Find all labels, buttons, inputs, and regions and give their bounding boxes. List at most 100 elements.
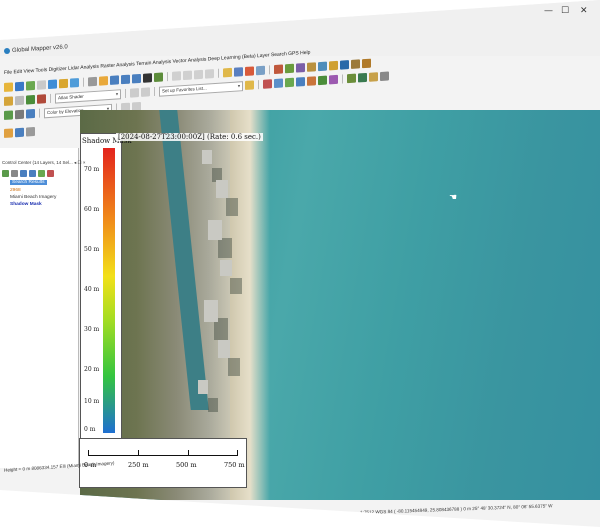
toolbar-separator <box>39 108 40 118</box>
hide-layer-icon[interactable] <box>11 170 18 177</box>
lidar-icon[interactable] <box>362 58 371 69</box>
classify-icon[interactable] <box>329 74 338 85</box>
open-icon[interactable] <box>4 82 13 92</box>
sun-icon[interactable] <box>329 60 338 71</box>
layer-options-icon[interactable] <box>29 170 36 177</box>
delete-icon[interactable] <box>194 69 203 80</box>
measure-icon[interactable] <box>183 70 192 81</box>
tools-icon[interactable] <box>351 59 360 69</box>
zoom-out-icon[interactable] <box>121 74 130 85</box>
building <box>216 180 228 198</box>
close-button[interactable]: ✕ <box>580 6 588 16</box>
terrain-icon[interactable] <box>274 64 283 75</box>
building <box>208 220 222 240</box>
menu-vector-analysis[interactable]: Vector Analysis <box>173 57 207 65</box>
legend-tick: 30 m <box>84 326 100 333</box>
building <box>218 340 230 358</box>
menu-edit[interactable]: Edit <box>13 69 22 76</box>
layers-icon[interactable] <box>26 80 35 91</box>
vegetation-icon[interactable] <box>318 75 327 86</box>
workspace-icon[interactable] <box>59 78 68 89</box>
menu-lidar-analysis[interactable]: Lidar Analysis <box>68 64 99 72</box>
zoom-in-icon[interactable] <box>110 75 119 85</box>
overview-icon[interactable] <box>70 78 79 88</box>
power-line-icon[interactable] <box>369 72 378 82</box>
grid-icon[interactable] <box>296 77 305 87</box>
save-icon[interactable] <box>15 81 24 92</box>
legend-tick: 10 m <box>84 398 100 405</box>
layer-item-search-results[interactable]: Search Results <box>10 180 47 185</box>
zoom-layer-icon[interactable] <box>20 170 27 177</box>
select-icon[interactable] <box>274 78 283 89</box>
add-layer-icon[interactable] <box>38 170 45 177</box>
draw-line-icon[interactable] <box>37 94 46 104</box>
3d-view-icon[interactable] <box>256 65 265 76</box>
info-icon[interactable] <box>234 67 243 77</box>
favorite-icon[interactable] <box>223 67 232 78</box>
mountain-icon[interactable] <box>347 73 356 84</box>
pointer-icon[interactable] <box>88 76 97 87</box>
status-coordinates: 1:7512 WGS 84 ( -80.115454849, 25.808436… <box>360 502 600 522</box>
home-icon[interactable] <box>154 72 163 83</box>
forest-icon[interactable] <box>358 72 367 83</box>
remove-layer-icon[interactable] <box>47 170 54 177</box>
menu-file[interactable]: File <box>4 69 12 76</box>
edit-icon[interactable] <box>172 71 181 81</box>
view-shed-icon[interactable] <box>318 61 327 72</box>
watershed-icon[interactable] <box>296 63 305 73</box>
building <box>198 380 208 394</box>
area-icon[interactable] <box>285 77 294 88</box>
layer-item-2968[interactable]: 2968 <box>10 188 21 193</box>
legend-tick: 40 m <box>84 286 100 293</box>
star-icon[interactable] <box>245 80 254 90</box>
legend-tick: 0 m <box>84 426 96 433</box>
shader-select-value: Atlas Shader <box>58 93 84 100</box>
layer-item-shadow-mask[interactable]: Shadow Mask <box>10 202 42 207</box>
menu-raster-analysis[interactable]: Raster Analysis <box>100 61 134 69</box>
title-bar <box>0 0 600 56</box>
menu-digitizer[interactable]: Digitizer <box>49 66 67 73</box>
cross-section-icon[interactable] <box>26 108 35 119</box>
minimize-button[interactable]: — <box>544 6 553 16</box>
config-icon[interactable] <box>48 79 57 90</box>
legend-tick: 20 m <box>84 366 100 373</box>
building <box>220 260 232 276</box>
menu-terrain-analysis[interactable]: Terrain Analysis <box>136 59 171 67</box>
magic-wand-icon[interactable] <box>4 128 13 138</box>
feature-icon[interactable] <box>263 79 272 89</box>
print-icon[interactable] <box>37 80 46 90</box>
path-profile-icon[interactable] <box>205 69 214 79</box>
building <box>202 150 212 164</box>
light-icon[interactable] <box>130 88 139 98</box>
contour-icon[interactable] <box>285 63 294 74</box>
dig-icon[interactable] <box>4 96 13 106</box>
menu-view[interactable]: View <box>23 68 34 75</box>
menu-search[interactable]: Search <box>271 51 287 58</box>
show-layer-icon[interactable] <box>2 170 9 177</box>
menu-help[interactable]: Help <box>300 50 310 57</box>
shader-select[interactable]: Atlas Shader ▼ <box>55 88 121 104</box>
airplane-icon[interactable] <box>340 60 349 70</box>
favorites-select[interactable]: Set up Favorites List... ▼ <box>159 80 243 97</box>
pole-icon[interactable] <box>380 71 389 82</box>
profile-icon[interactable] <box>15 109 24 120</box>
contrast-icon[interactable] <box>141 87 150 97</box>
filter-icon[interactable] <box>4 110 13 120</box>
tree-icon[interactable] <box>26 94 35 105</box>
full-view-icon[interactable] <box>132 73 141 84</box>
pan-hand-icon[interactable] <box>99 76 108 86</box>
menu-gps[interactable]: GPS <box>288 50 299 57</box>
digitize-icon[interactable] <box>15 127 24 138</box>
snap-icon[interactable] <box>26 126 35 137</box>
chevron-down-icon: ▼ <box>115 90 119 97</box>
search-icon[interactable] <box>245 66 254 76</box>
layer-item-miami-beach-imagery[interactable]: Miami Beach Imagery <box>10 195 56 200</box>
building-icon[interactable] <box>307 76 316 86</box>
vertex-icon[interactable] <box>15 95 24 106</box>
cut-fill-icon[interactable] <box>307 62 316 72</box>
status-right: 1:7512 WGS 84 ( -80.115454849, 25.808436… <box>360 503 553 515</box>
menu-tools[interactable]: Tools <box>36 67 48 74</box>
back-arrow-icon[interactable] <box>143 73 152 83</box>
menu-layer[interactable]: Layer <box>257 52 270 59</box>
maximize-button[interactable]: ☐ <box>561 6 569 16</box>
